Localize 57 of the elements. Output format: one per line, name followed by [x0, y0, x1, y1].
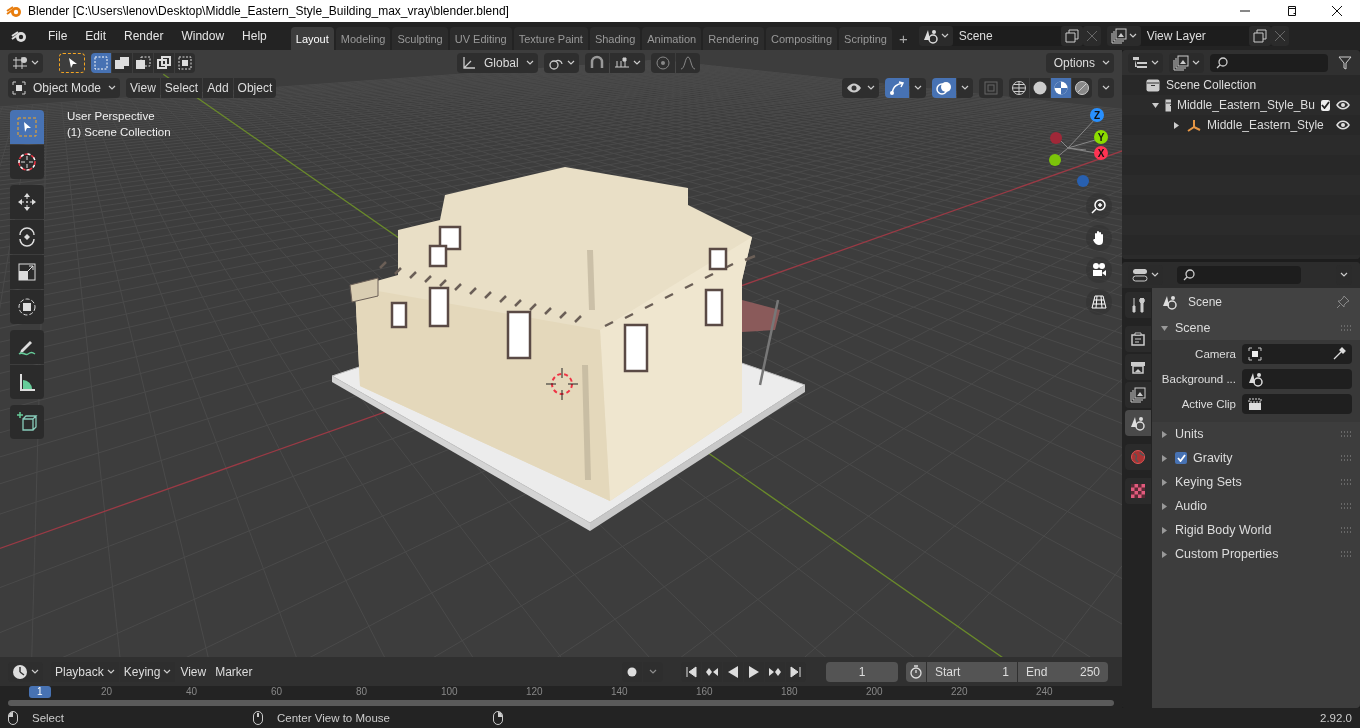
- workspace-tab[interactable]: UV Editing: [449, 27, 512, 50]
- workspace-tab[interactable]: Animation: [642, 27, 702, 50]
- menu-item[interactable]: Edit: [77, 26, 115, 46]
- end-frame-field[interactable]: End 250: [1018, 661, 1108, 682]
- menu-item[interactable]: Window: [173, 26, 233, 46]
- frame-tick-label: 40: [186, 686, 199, 697]
- outliner-item[interactable]: Middle_Eastern_Style: [1207, 118, 1330, 132]
- workspace-tab[interactable]: Scripting: [839, 27, 892, 50]
- frame-tick-label: 60: [271, 686, 284, 697]
- version-label: 2.92.0: [1320, 712, 1352, 724]
- panel-header[interactable]: Units: [1175, 427, 1334, 441]
- current-frame-field[interactable]: 1: [826, 661, 898, 682]
- transform-orientation-dropdown[interactable]: Global: [457, 52, 538, 73]
- workspace-tab[interactable]: Compositing: [765, 27, 838, 50]
- timeline-menu[interactable]: Marker: [211, 661, 257, 682]
- menu-item[interactable]: Help: [234, 26, 275, 46]
- frame-tick-label: 120: [526, 686, 544, 697]
- viewport-menu[interactable]: View: [126, 77, 160, 98]
- frame-tick-label: 100: [441, 686, 459, 697]
- collection-name: (1) Scene Collection: [67, 126, 171, 138]
- frame-tick-label: 20: [101, 686, 114, 697]
- frame-tick-label: 220: [951, 686, 969, 697]
- mode-dropdown[interactable]: Object Mode: [8, 77, 121, 98]
- workspace-tab[interactable]: Shading: [589, 27, 641, 50]
- panel-header[interactable]: Rigid Body World: [1175, 523, 1334, 537]
- viewport-menu[interactable]: Add: [203, 77, 233, 98]
- field-label: Active Clip: [1180, 398, 1236, 410]
- panel-header[interactable]: Gravity: [1193, 451, 1334, 465]
- workspace-tab[interactable]: Texture Paint: [513, 27, 588, 50]
- outliner-item[interactable]: Scene Collection: [1166, 78, 1257, 92]
- frame-tick-label: 140: [611, 686, 629, 697]
- panel-header[interactable]: Custom Properties: [1175, 547, 1334, 561]
- field-label: Background ...: [1160, 373, 1236, 385]
- timeline-menu[interactable]: View: [176, 661, 211, 682]
- panel-header[interactable]: Audio: [1175, 499, 1334, 513]
- field-label: Camera: [1194, 348, 1236, 360]
- add-workspace-button[interactable]: +: [893, 27, 913, 50]
- status-hint: Select: [32, 712, 64, 724]
- workspace-tab[interactable]: Sculpting: [392, 27, 448, 50]
- outliner-item[interactable]: Middle_Eastern_Style_Bu: [1176, 98, 1315, 112]
- playhead-frame[interactable]: 1: [29, 686, 51, 698]
- panel-header[interactable]: Keying Sets: [1175, 475, 1334, 489]
- frame-tick-label: 80: [356, 686, 369, 697]
- frame-tick-label: 200: [866, 686, 884, 697]
- menu-item[interactable]: Render: [116, 26, 172, 46]
- window-title: Blender [C:\Users\lenov\Desktop\Middle_Eastern_Style_Building_max_vray\blender.blend]: [28, 4, 509, 18]
- frame-tick-label: 180: [781, 686, 799, 697]
- view-name: User Perspective: [67, 110, 156, 122]
- frame-tick-label: 240: [1036, 686, 1054, 697]
- menu-item[interactable]: File: [40, 26, 76, 46]
- frame-tick-label: 160: [696, 686, 714, 697]
- context-label: Scene: [1188, 295, 1223, 309]
- status-hint: Center View to Mouse: [277, 712, 390, 724]
- start-frame-field[interactable]: Start 1: [927, 661, 1017, 682]
- workspace-tab[interactable]: Modeling: [335, 27, 391, 50]
- workspace-tab[interactable]: Rendering: [703, 27, 764, 50]
- workspace-tab[interactable]: Layout: [290, 27, 334, 50]
